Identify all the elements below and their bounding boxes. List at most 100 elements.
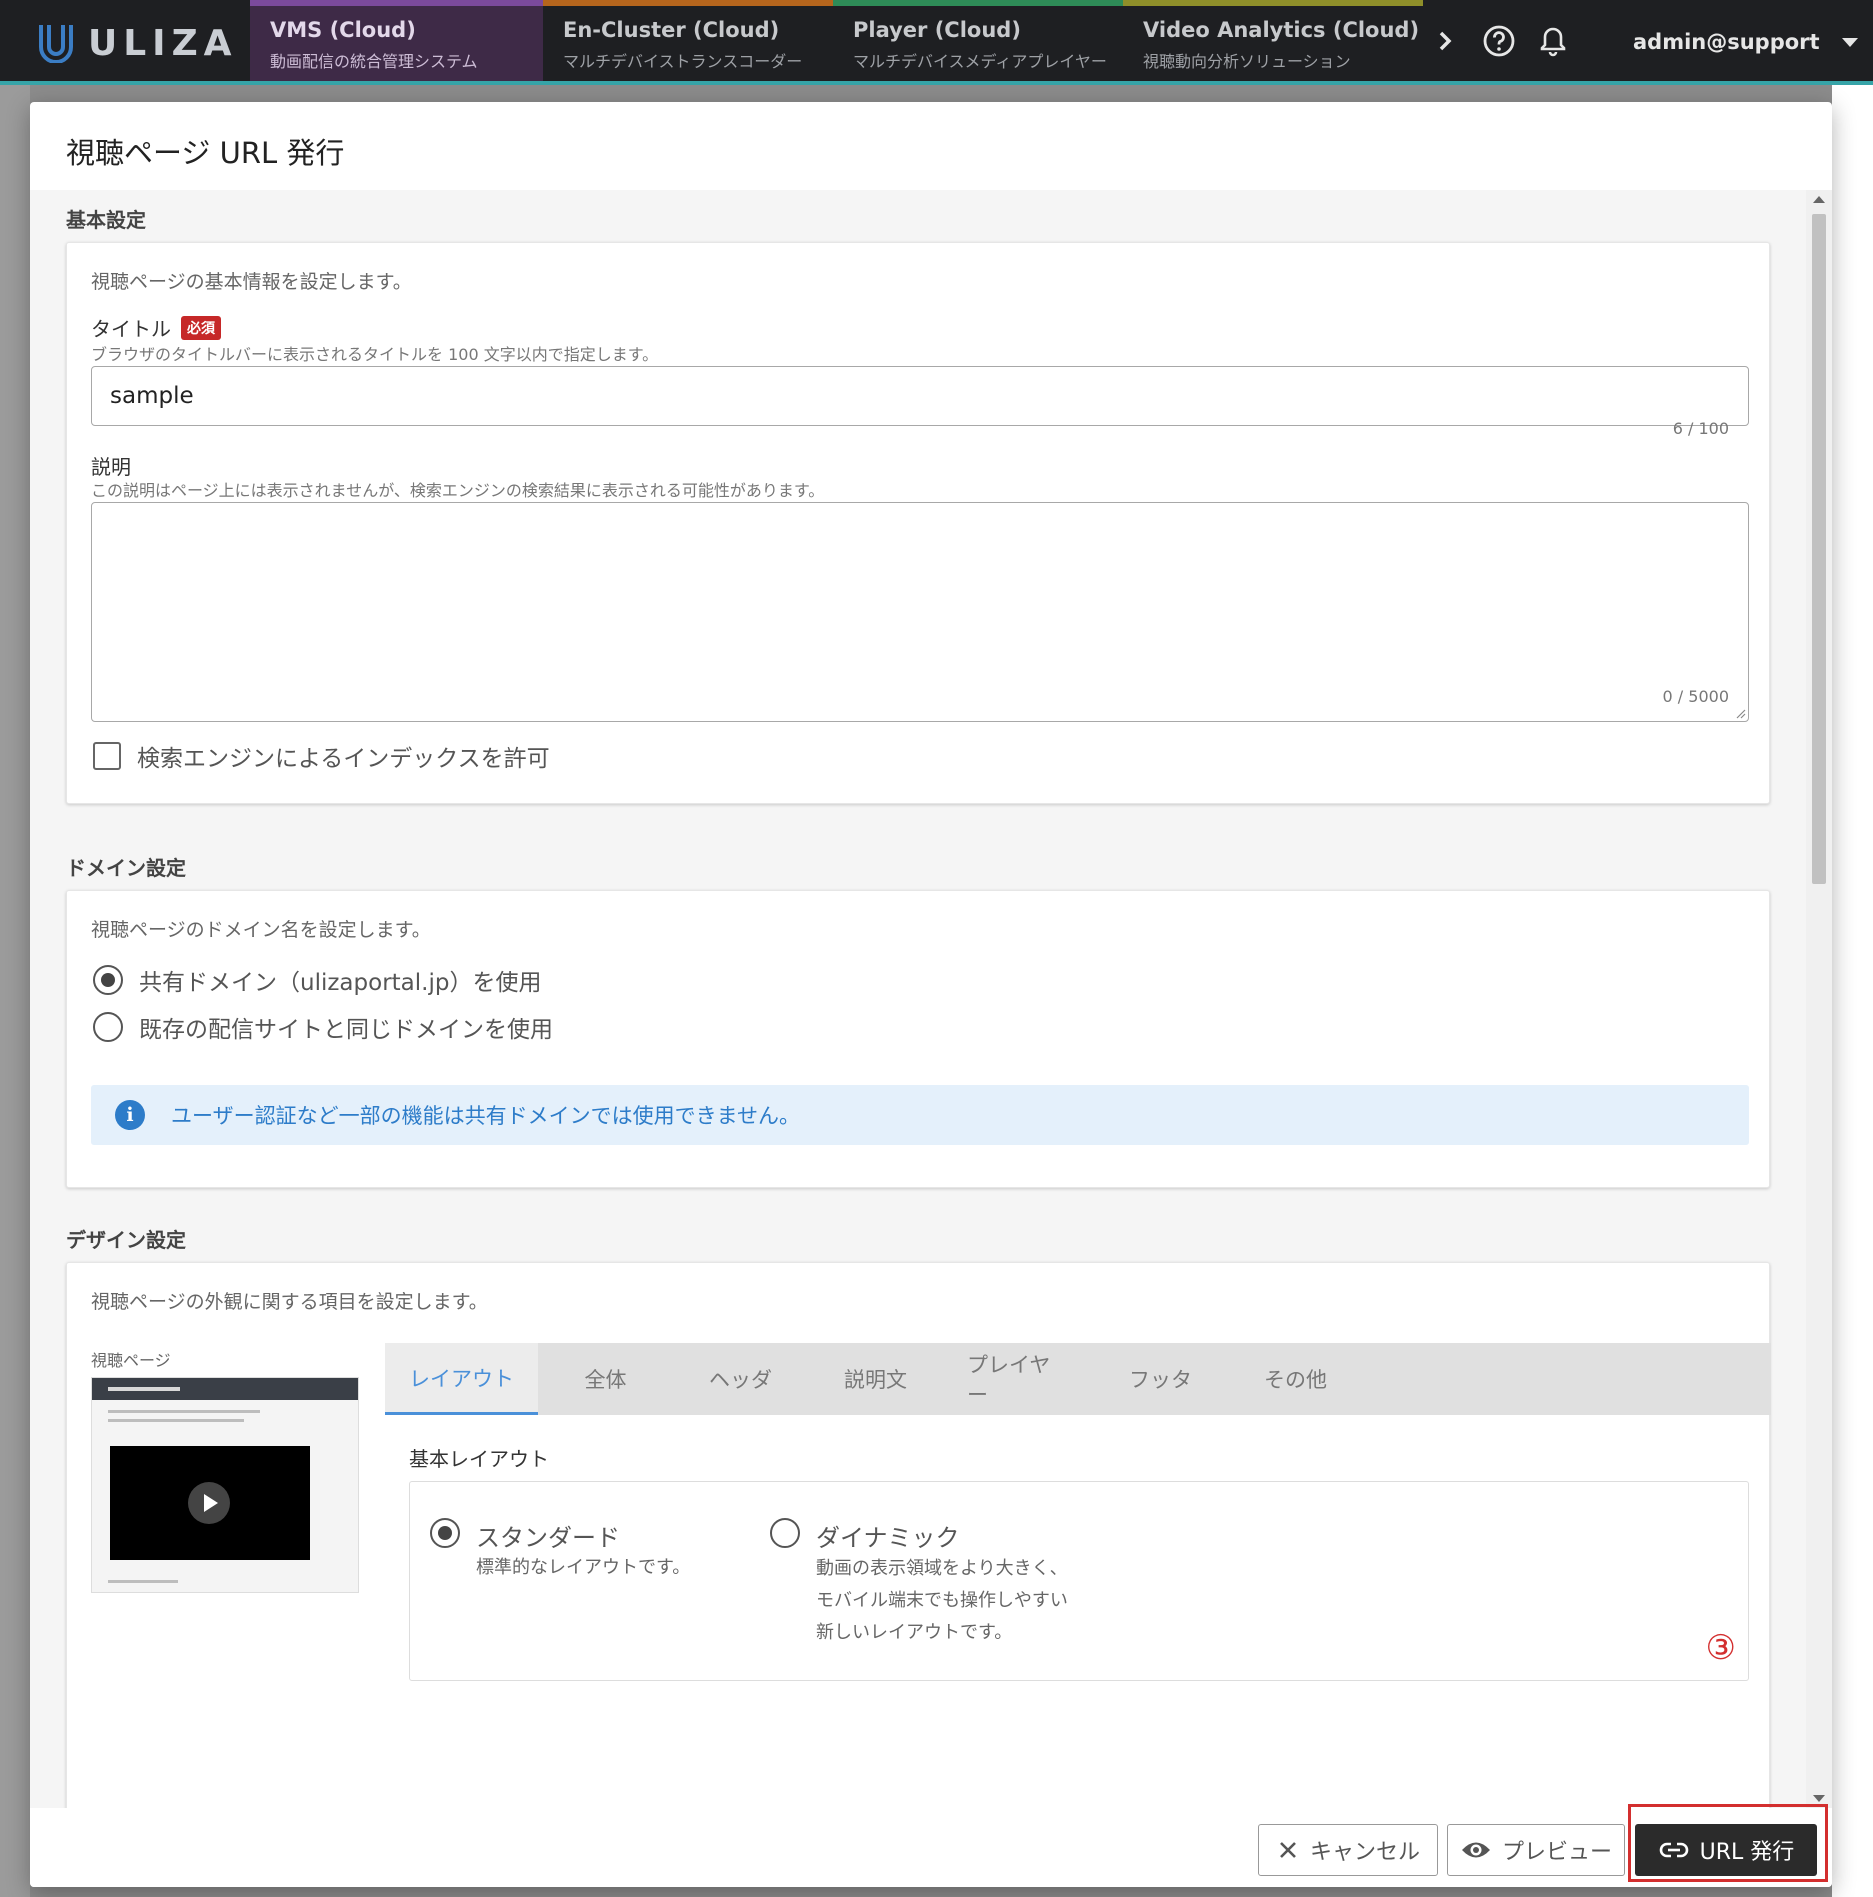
dynamic-desc: 動画の表示領域をより大きく、 モバイル端末でも操作しやすい 新しいレイアウトです… [816,1558,1068,1643]
basic-layout-heading: 基本レイアウト [409,1443,549,1472]
button-highlight-box [1628,1804,1828,1882]
index-checkbox-label: 検索エンジンによるインデックスを許可 [137,746,550,772]
product-sub: 動画配信の統合管理システム [270,52,478,71]
preview-thumb-label: 視聴ページ [91,1351,171,1370]
description-label: 説明 [91,451,131,480]
title-label-text: タイトル [91,317,171,341]
radio-shared-domain-label: 共有ドメイン（ulizaportal.jp）を使用 [139,970,542,996]
tab-description[interactable]: 説明文 [808,1343,943,1415]
product-accent-bar [1123,0,1423,6]
title-help: ブラウザのタイトルバーに表示されるタイトルを 100 文字以内で指定します。 [91,345,659,364]
title-input[interactable] [91,366,1749,426]
radio-dynamic[interactable] [770,1518,800,1548]
close-icon [1280,1842,1296,1858]
product-sub: マルチデバイストランスコーダー [563,52,803,71]
product-name: Video Analytics (Cloud) [1143,18,1420,42]
tab-footer[interactable]: フッタ [1093,1343,1228,1415]
user-menu[interactable]: admin@support [1633,30,1858,54]
product-tab-vms[interactable]: VMS (Cloud) 動画配信の統合管理システム [250,0,543,81]
domain-info-text: ユーザー認証など一部の機能は共有ドメインでは使用できません。 [171,1104,800,1128]
product-tab-video-analytics[interactable]: Video Analytics (Cloud) 視聴動向分析ソリューション [1123,0,1423,81]
domain-info-alert: i ユーザー認証など一部の機能は共有ドメインでは使用できません。 [91,1085,1749,1145]
issue-url-dialog: 視聴ページ URL 発行 基本設定 視聴ページの基本情報を設定します。 タイトル… [30,102,1832,1887]
product-name: VMS (Cloud) [270,18,416,42]
preview-button-label: プレビュー [1501,1840,1612,1865]
radio-existing-domain-row[interactable]: 既存の配信サイトと同じドメインを使用 [93,1010,553,1044]
logo-text: ULIZA [88,22,238,64]
layout-option-dynamic[interactable]: ダイナミック 動画の表示領域をより大きく、 モバイル端末でも操作しやすい 新しい… [770,1518,1068,1649]
radio-shared-domain[interactable] [93,965,123,995]
product-sub: マルチデバイスメディアプレイヤー [853,52,1107,71]
thumb-footer-line [108,1580,178,1583]
basic-layout-heading-text: 基本レイアウト [409,1447,549,1471]
cancel-button-label: キャンセル [1309,1840,1420,1865]
index-checkbox-row[interactable]: 検索エンジンによるインデックスを許可 [93,739,550,773]
layout-preview-thumbnail [91,1377,359,1593]
required-badge: 必須 [181,315,221,340]
info-icon: i [115,1100,145,1130]
description-label-text: 説明 [91,455,131,479]
dialog-footer: キャンセル プレビュー URL 発行 [30,1804,1832,1887]
dialog-content[interactable]: 基本設定 視聴ページの基本情報を設定します。 タイトル 必須 ブラウザのタイトル… [30,190,1832,1808]
product-accent-bar [833,0,1126,6]
standard-desc: 標準的なレイアウトです。 [476,1557,691,1578]
background-sidebar [0,85,30,1897]
title-counter: 6 / 100 [1672,419,1729,438]
thumb-header [92,1378,358,1400]
radio-existing-domain[interactable] [93,1012,123,1042]
help-icon[interactable] [1482,24,1516,58]
product-sub: 視聴動向分析ソリューション [1143,52,1351,71]
bell-icon[interactable] [1536,24,1570,58]
title-label: タイトル 必須 [91,313,221,342]
index-checkbox[interactable] [93,742,121,770]
resize-handle-icon[interactable] [1734,707,1746,719]
product-accent-bar [543,0,836,6]
design-settings-card: 視聴ページの外観に関する項目を設定します。 視聴ページ レイアウト 全体 ヘッダ… [66,1262,1771,1808]
design-desc: 視聴ページの外観に関する項目を設定します。 [91,1291,488,1313]
product-name: En-Cluster (Cloud) [563,18,780,42]
layout-options-box: スタンダード 標準的なレイアウトです。 ダイナミック 動画の表示領域をより大きく… [409,1481,1749,1681]
uliza-logo[interactable]: ULIZA [38,22,238,64]
user-name: admin@support [1633,30,1820,54]
preview-button[interactable]: プレビュー [1447,1824,1625,1876]
tab-player[interactable]: プレイヤー [943,1343,1093,1415]
scroll-down-icon[interactable] [1813,1795,1825,1802]
tab-overall[interactable]: 全体 [538,1343,673,1415]
cancel-button[interactable]: キャンセル [1258,1824,1438,1876]
dynamic-title: ダイナミック [816,1524,960,1552]
section-heading-design: デザイン設定 [66,1228,186,1252]
domain-settings-card: 視聴ページのドメイン名を設定します。 共有ドメイン（ulizaportal.jp… [66,890,1770,1188]
product-tab-en-cluster[interactable]: En-Cluster (Cloud) マルチデバイストランスコーダー [543,0,836,81]
thumb-header-line [108,1387,180,1391]
scroll-up-icon[interactable] [1813,196,1825,203]
description-help: この説明はページ上には表示されませんが、検索エンジンの検索結果に表示される可能性… [91,481,825,500]
eye-icon [1461,1842,1490,1858]
product-name: Player (Cloud) [853,18,1021,42]
product-tab-player[interactable]: Player (Cloud) マルチデバイスメディアプレイヤー [833,0,1126,81]
section-heading-basic: 基本設定 [66,208,146,232]
tab-other[interactable]: その他 [1228,1343,1363,1415]
chevron-right-icon[interactable] [1428,24,1462,58]
domain-desc: 視聴ページのドメイン名を設定します。 [91,919,431,941]
basic-settings-card: 視聴ページの基本情報を設定します。 タイトル 必須 ブラウザのタイトルバーに表示… [66,242,1770,804]
layout-option-standard[interactable]: スタンダード 標準的なレイアウトです。 [430,1518,690,1583]
basic-desc: 視聴ページの基本情報を設定します。 [91,271,412,293]
radio-shared-domain-row[interactable]: 共有ドメイン（ulizaportal.jp）を使用 [93,963,541,997]
standard-title: スタンダード [476,1524,620,1552]
tab-header[interactable]: ヘッダ [673,1343,808,1415]
thumb-text-line [108,1419,244,1422]
design-tabs: レイアウト 全体 ヘッダ 説明文 プレイヤー フッタ その他 [385,1343,1771,1415]
thumb-text-line [108,1410,260,1413]
caret-down-icon [1841,37,1858,47]
top-bar: ULIZA VMS (Cloud) 動画配信の統合管理システム En-Clust… [0,0,1873,85]
description-counter: 0 / 5000 [1662,687,1729,706]
radio-standard[interactable] [430,1518,460,1548]
description-textarea[interactable] [91,502,1749,722]
step-marker: ③ [1705,1628,1736,1668]
dialog-title: 視聴ページ URL 発行 [66,136,345,170]
scrollbar-thumb[interactable] [1812,214,1826,884]
radio-existing-domain-label: 既存の配信サイトと同じドメインを使用 [139,1017,553,1043]
dialog-scrollbar[interactable] [1806,190,1832,1808]
tab-layout[interactable]: レイアウト [385,1343,538,1415]
thumb-video [110,1446,310,1560]
